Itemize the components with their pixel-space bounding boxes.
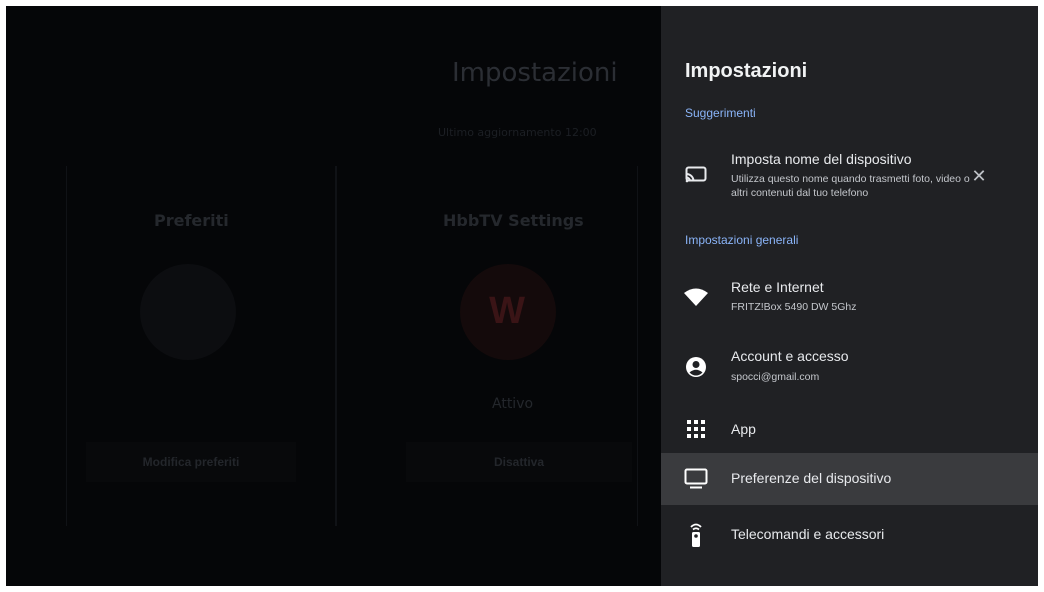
menu-item-title: Account e accesso [731, 348, 849, 364]
remote-icon [683, 522, 709, 548]
background-subtitle: Ultimo aggiornamento 12:00 [438, 126, 597, 139]
device-name-suggestion[interactable]: Imposta nome del dispositivo Utilizza qu… [661, 142, 1038, 212]
menu-item-title: App [731, 421, 756, 437]
apps-grid-icon [683, 416, 709, 442]
panel-title: Impostazioni [685, 60, 808, 82]
tv-screen: Impostazioni Ultimo aggiornamento 12:00 … [6, 6, 1038, 586]
menu-item-subtitle: FRITZ!Box 5490 DW 5Ghz [731, 301, 857, 313]
menu-item-account[interactable]: Account e accesso spocci@gmail.com [661, 338, 1038, 398]
background-title: Impostazioni [452, 58, 618, 88]
hbbtv-logo: W [489, 290, 525, 332]
menu-item-network[interactable]: Rete e Internet FRITZ!Box 5490 DW 5Ghz [661, 268, 1038, 328]
section-suggestions-label: Suggerimenti [685, 106, 756, 120]
background-favorites-title: Preferiti [154, 211, 229, 230]
hbbtv-status: Attivo [492, 396, 534, 412]
menu-item-title: Telecomandi e accessori [731, 526, 885, 542]
disable-hbbtv-button: Disattiva [406, 442, 632, 482]
favorites-icon [140, 264, 236, 360]
menu-item-apps[interactable]: App [661, 409, 1038, 449]
device-name-title: Imposta nome del dispositivo [731, 151, 912, 167]
menu-item-title: Preferenze del dispositivo [731, 470, 892, 486]
menu-item-subtitle: spocci@gmail.com [731, 371, 820, 383]
device-name-subtitle: Utilizza questo nome quando trasmetti fo… [731, 173, 970, 199]
close-icon[interactable]: ✕ [967, 164, 991, 188]
background-hbbtv-title: HbbTV Settings [443, 211, 584, 230]
menu-item-device-preferences[interactable]: Preferenze del dispositivo [661, 453, 1038, 505]
section-general-label: Impostazioni generali [685, 233, 799, 247]
cast-icon [683, 162, 709, 188]
menu-item-title: Rete e Internet [731, 279, 824, 295]
wifi-icon [683, 284, 709, 310]
background-app: Impostazioni Ultimo aggiornamento 12:00 … [6, 6, 661, 586]
account-icon [683, 354, 709, 380]
edit-favorites-button: Modifica preferiti [86, 442, 296, 482]
tv-icon [683, 466, 709, 492]
menu-item-remotes[interactable]: Telecomandi e accessori [661, 511, 1038, 559]
settings-side-panel: Impostazioni Suggerimenti Imposta nome d… [661, 6, 1038, 586]
